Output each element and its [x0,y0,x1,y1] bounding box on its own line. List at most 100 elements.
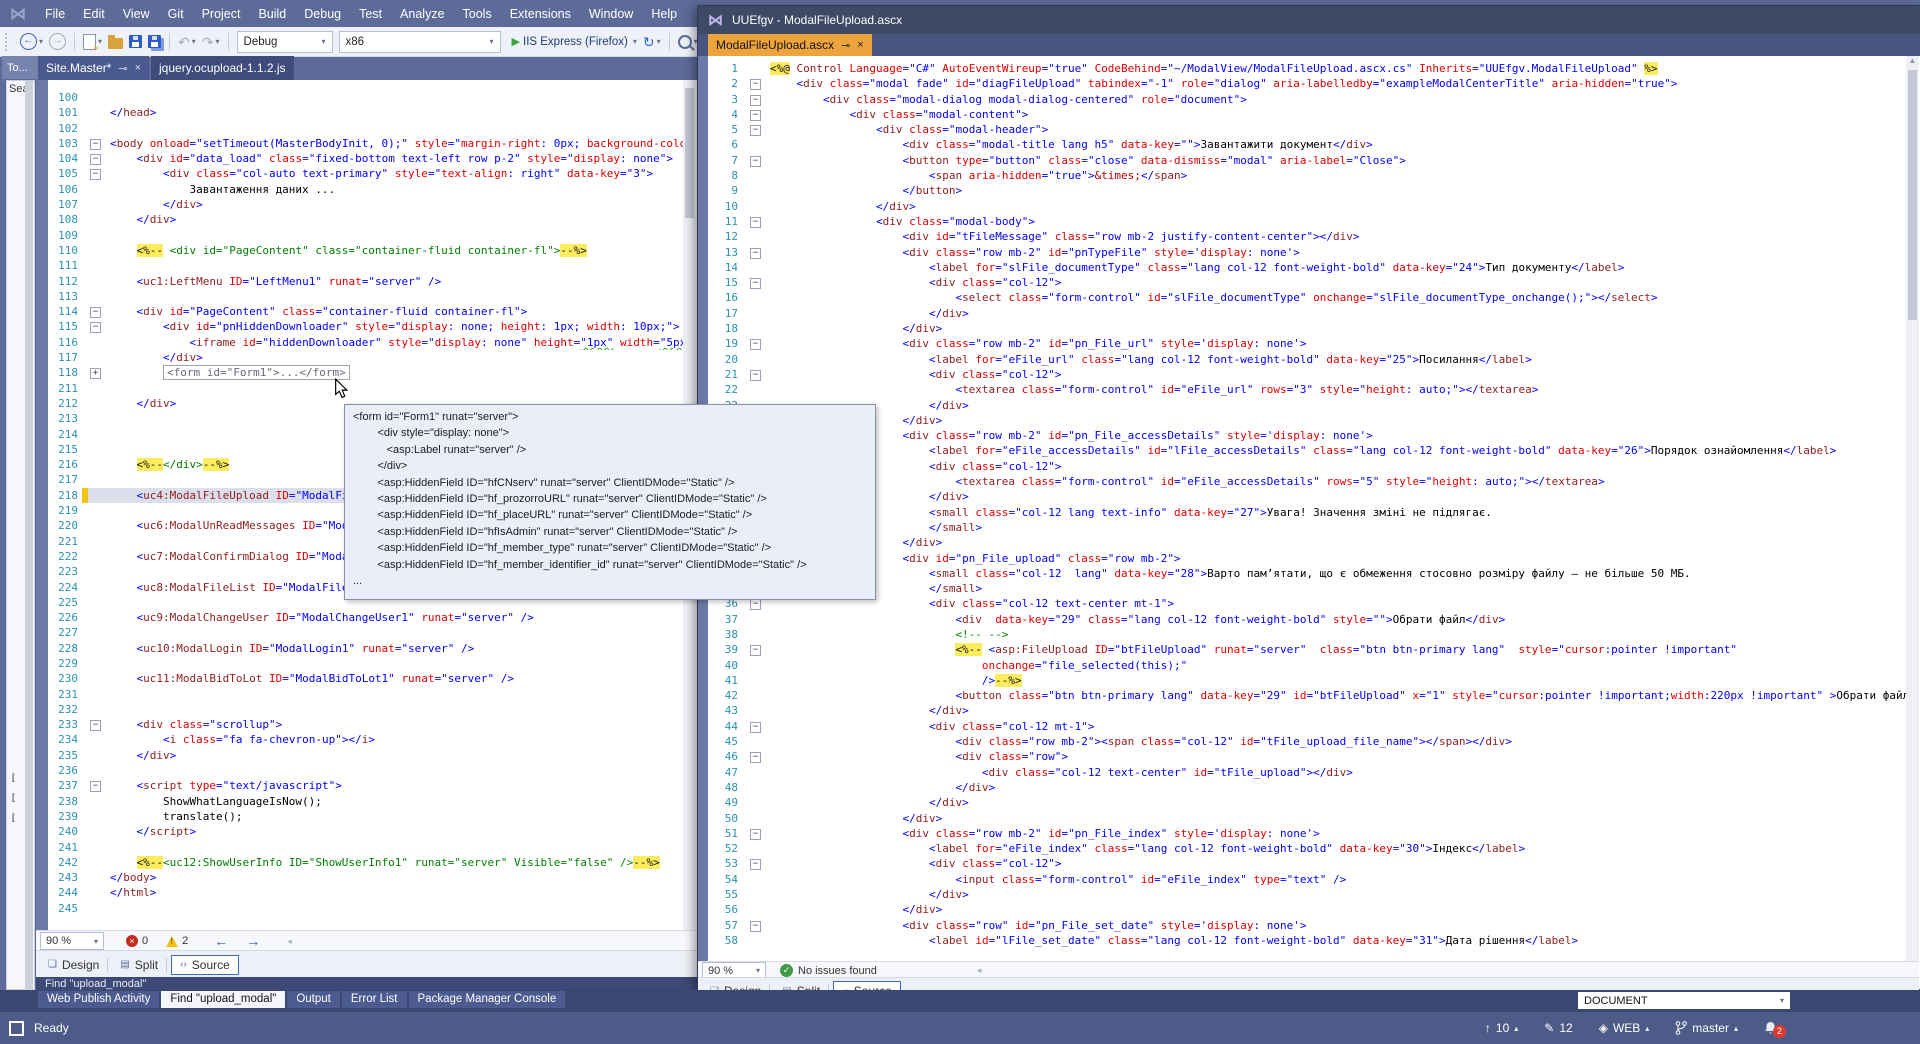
fold-collapse-icon[interactable]: − [750,599,761,611]
browse-with-button[interactable]: ▾ [677,31,698,53]
menu-item-tools[interactable]: Tools [454,3,501,25]
view-split[interactable]: ▤ Split [112,956,166,974]
splitter-grip-icon[interactable]: ◂ [287,936,292,947]
new-project-button[interactable]: ▾ [83,31,102,53]
pending-changes-button[interactable]: ✎ 12 [1544,1021,1572,1035]
fold-collapse-icon[interactable]: − [750,828,761,840]
redo-button[interactable]: ↷ ▾ [202,31,220,53]
toolbox-vertical-tab[interactable]: To... [2,56,39,79]
fold-collapse-icon[interactable]: − [750,752,761,764]
fold-collapse-icon[interactable]: − [750,155,761,167]
close-icon[interactable]: × [135,62,141,74]
view-source[interactable]: ‹› Source [171,954,239,975]
menu-item-git[interactable]: Git [159,3,193,25]
refresh-button[interactable]: ↻ ▾ [643,31,661,53]
navigate-forward-icon[interactable]: → [246,933,260,949]
fold-collapse-icon[interactable]: − [90,720,101,732]
no-issues-icon: ✓ [780,964,793,977]
solution-platform-combo[interactable]: x86 ▾ [338,30,501,53]
menu-item-analyze[interactable]: Analyze [391,3,453,25]
fold-collapse-icon[interactable]: − [750,216,761,228]
bottom-tab[interactable]: Package Manager Console [408,991,566,1008]
bottom-tab[interactable]: Error List [341,991,407,1008]
toolbar-drag-handle[interactable] [5,32,11,51]
fold-collapse-icon[interactable]: − [750,645,761,657]
fold-collapse-icon[interactable]: − [750,247,761,259]
fold-collapse-icon[interactable]: − [90,307,101,319]
right-editor-scrollbar[interactable]: ▲ [1906,56,1919,961]
error-count[interactable]: 0 [142,935,148,947]
fold-collapse-icon[interactable]: − [750,721,761,733]
bottom-tab[interactable]: Output [287,991,340,1008]
fold-margin [748,887,762,902]
publish-target-button[interactable]: ◈ WEB ▴ [1599,1021,1650,1035]
scroll-up-icon[interactable]: ▲ [1906,56,1919,65]
line-number: 237 [58,779,78,793]
menu-item-window[interactable]: Window [580,3,642,25]
fold-expand-icon[interactable]: + [90,368,101,380]
pin-icon[interactable]: ⊸ [118,62,127,75]
collapsed-side-panel[interactable]: Sear [[[ [6,80,35,990]
fold-collapse-icon[interactable]: − [750,109,761,121]
fold-collapse-icon[interactable]: − [750,278,761,290]
menu-item-test[interactable]: Test [350,3,391,25]
code-text: </script> [136,825,197,839]
navigate-forward-button[interactable]: → [49,31,67,53]
fold-collapse-icon[interactable]: − [750,369,761,381]
tab-jquery-ocupload[interactable]: jquery.ocupload-1.1.2.js [151,56,294,80]
fold-collapse-icon[interactable]: − [90,138,101,150]
line-number: 226 [58,611,78,625]
fold-collapse-icon[interactable]: − [750,339,761,351]
menu-item-project[interactable]: Project [193,3,250,25]
floating-editor-window[interactable]: ⋈ UUEfgv - ModalFileUpload.ascx ModalFil… [697,5,1920,1004]
line-number: 21 [724,367,738,381]
menu-item-help[interactable]: Help [642,3,686,25]
fold-collapse-icon[interactable]: − [90,154,101,166]
outgoing-commits-button[interactable]: ↑ 10 ▴ [1485,1021,1518,1035]
warning-count[interactable]: 2 [182,935,188,947]
code-text: <button class="btn btn-primary lang" dat… [955,689,1919,703]
save-all-button[interactable] [148,31,162,53]
undo-button[interactable]: ↶ ▾ [178,31,196,53]
right-editor[interactable]: 1 <%@ Control Language="C#" AutoEventWire… [698,56,1919,961]
tab-modal-file-upload[interactable]: ModalFileUpload.ascx ⊸ × [708,34,872,56]
document-element-combo[interactable]: DOCUMENT ▾ [1578,992,1790,1009]
menu-item-file[interactable]: File [36,3,74,25]
tab-site-master[interactable]: Site.Master* ⊸ × [38,56,150,80]
solution-configuration-combo[interactable]: Debug ▾ [236,30,333,53]
fold-collapse-icon[interactable]: − [750,920,761,932]
fold-collapse-icon[interactable]: − [90,322,101,334]
pin-icon[interactable]: ⊸ [841,39,850,52]
splitter-grip-icon[interactable]: ◂ [977,965,982,976]
floating-window-title-bar[interactable]: ⋈ UUEfgv - ModalFileUpload.ascx [698,6,1920,34]
menu-item-build[interactable]: Build [249,3,295,25]
fold-collapse-icon[interactable]: − [750,859,761,871]
menu-item-edit[interactable]: Edit [74,3,114,25]
fold-collapse-icon[interactable]: − [750,94,761,106]
left-zoom-combo[interactable]: 90 % ▾ [40,932,104,950]
collapsed-find-results-panel[interactable]: Find "upload_modal" [36,977,697,990]
menu-item-debug[interactable]: Debug [295,3,350,25]
side-panel-scrollbar[interactable] [25,81,33,989]
close-icon[interactable]: × [857,39,863,51]
open-file-button[interactable] [108,31,124,53]
fold-collapse-icon[interactable]: − [90,169,101,181]
view-design[interactable]: ❏ Design [40,956,107,974]
notifications-button[interactable]: 2 [1764,1021,1790,1038]
git-branch-button[interactable]: master ▴ [1675,1021,1738,1035]
menu-item-view[interactable]: View [114,3,159,25]
code-text: <label for="eFile_index" class="lang col… [928,842,1526,856]
bottom-tab[interactable]: Find "upload_modal" [161,991,286,1008]
fold-collapse-icon[interactable]: − [750,79,761,91]
save-button[interactable] [129,31,143,53]
navigate-back-button[interactable]: ← ▾ [20,31,43,53]
code-line: 21− <div class="col-12"> [708,367,1919,382]
fold-collapse-icon[interactable]: − [750,125,761,137]
menu-item-extensions[interactable]: Extensions [501,3,580,25]
code-line: 50 </div> [708,811,1919,826]
bottom-tab[interactable]: Web Publish Activity [38,991,160,1008]
navigate-backward-icon[interactable]: ← [214,933,228,949]
collapsed-region-box[interactable]: <form id="Form1">...</form> [162,365,350,381]
fold-collapse-icon[interactable]: − [90,781,101,793]
start-debugging-button[interactable]: ▶ IIS Express (Firefox) ▾ [512,31,637,53]
